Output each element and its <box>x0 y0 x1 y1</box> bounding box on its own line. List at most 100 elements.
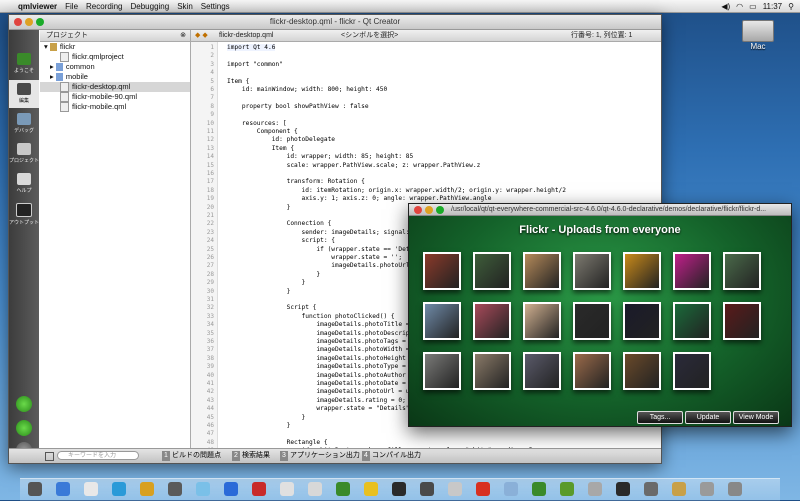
clock[interactable]: 11:37 <box>763 2 782 11</box>
dock-app-icon[interactable] <box>364 482 378 496</box>
dock-app-icon[interactable] <box>728 482 742 496</box>
tree-item-flickr[interactable]: ▾ flickr <box>40 42 190 52</box>
dock-app-icon[interactable] <box>252 482 266 496</box>
tags-button[interactable]: Tags... <box>637 411 683 424</box>
tab-search-results[interactable]: 2 検索結果 <box>229 451 273 461</box>
tree-item-common[interactable]: ▸ common <box>40 62 190 72</box>
battery-icon[interactable]: ▭ <box>749 2 757 11</box>
app-menu[interactable]: qmlviewer <box>18 2 57 11</box>
menu-file[interactable]: File <box>65 2 78 11</box>
run-icon[interactable] <box>16 396 32 412</box>
dock-app-icon[interactable] <box>644 482 658 496</box>
dock-app-icon[interactable] <box>476 482 490 496</box>
mode-welcome[interactable]: ようこそ <box>9 50 39 78</box>
dock-app-icon[interactable] <box>280 482 294 496</box>
photo-thumbnail[interactable] <box>723 302 761 340</box>
dock-app-icon[interactable] <box>532 482 546 496</box>
menu-debugging[interactable]: Debugging <box>131 2 170 11</box>
mode-label: アウトプット <box>9 220 40 226</box>
dock-app-icon[interactable] <box>448 482 462 496</box>
photo-thumbnail[interactable] <box>473 252 511 290</box>
tab-compile-output[interactable]: 4 コンパイル出力 <box>359 451 424 461</box>
close-icon[interactable] <box>14 18 22 26</box>
photo-thumbnail[interactable] <box>473 352 511 390</box>
dock-app-icon[interactable] <box>112 482 126 496</box>
zoom-icon[interactable] <box>36 18 44 26</box>
wifi-icon[interactable]: ◠ <box>736 2 743 11</box>
folder-icon <box>55 73 63 82</box>
menu-settings[interactable]: Settings <box>201 2 230 11</box>
photo-thumbnail[interactable] <box>673 302 711 340</box>
dock-app-icon[interactable] <box>196 482 210 496</box>
photo-thumbnail[interactable] <box>673 352 711 390</box>
dock-app-icon[interactable] <box>56 482 70 496</box>
photo-thumbnail[interactable] <box>573 252 611 290</box>
expand-arrow-icon[interactable]: ▸ <box>50 72 54 81</box>
photo-thumbnail[interactable] <box>623 252 661 290</box>
dock-app-icon[interactable] <box>336 482 350 496</box>
debug-run-icon[interactable] <box>16 420 32 436</box>
dock-app-icon[interactable] <box>588 482 602 496</box>
dock-app-icon[interactable] <box>168 482 182 496</box>
photo-thumbnail[interactable] <box>523 302 561 340</box>
tab-build-issues[interactable]: 1 ビルドの問題点 <box>159 451 224 461</box>
photo-thumbnail[interactable] <box>523 352 561 390</box>
tree-item-flickr-mobile[interactable]: flickr-mobile.qml <box>40 102 190 113</box>
dock-app-icon[interactable] <box>504 482 518 496</box>
mode-projects[interactable]: プロジェクト <box>9 140 39 168</box>
mode-output[interactable]: アウトプット <box>9 200 39 228</box>
tab-number: 3 <box>280 451 288 461</box>
dock-app-icon[interactable] <box>224 482 238 496</box>
toggle-sidebar-icon[interactable] <box>45 452 54 461</box>
dock-app-icon[interactable] <box>700 482 714 496</box>
photo-thumbnail[interactable] <box>623 302 661 340</box>
projects-icon <box>17 143 31 155</box>
dock-app-icon[interactable] <box>28 482 42 496</box>
menu-recording[interactable]: Recording <box>86 2 122 11</box>
filter-input[interactable]: キーワードを入力 <box>57 451 139 460</box>
photo-thumbnail[interactable] <box>473 302 511 340</box>
tree-item-qmlproject[interactable]: flickr.qmlproject <box>40 52 190 63</box>
nav-arrows-icon[interactable]: ◆ ◆ <box>195 30 208 41</box>
code-line: wrapper.state = ''; <box>227 254 403 261</box>
minimize-icon[interactable] <box>25 18 33 26</box>
dock-app-icon[interactable] <box>560 482 574 496</box>
dock-app-icon[interactable] <box>672 482 686 496</box>
update-button[interactable]: Update <box>685 411 731 424</box>
hard-drive-icon[interactable] <box>742 20 774 42</box>
photo-image <box>475 354 509 388</box>
photo-thumbnail[interactable] <box>423 302 461 340</box>
mode-help[interactable]: ヘルプ <box>9 170 39 198</box>
tree-item-mobile[interactable]: ▸ mobile <box>40 72 190 82</box>
dock <box>20 478 780 501</box>
dock-app-icon[interactable] <box>616 482 630 496</box>
photo-thumbnail[interactable] <box>423 352 461 390</box>
symbol-selector[interactable]: <シンボルを選択> <box>341 30 398 41</box>
photo-thumbnail[interactable] <box>623 352 661 390</box>
photo-thumbnail[interactable] <box>723 252 761 290</box>
photo-thumbnail[interactable] <box>523 252 561 290</box>
spotlight-icon[interactable]: ⚲ <box>788 2 794 11</box>
dock-app-icon[interactable] <box>308 482 322 496</box>
photo-thumbnail[interactable] <box>673 252 711 290</box>
menu-skin[interactable]: Skin <box>177 2 193 11</box>
dock-app-icon[interactable] <box>140 482 154 496</box>
tree-item-flickr-mobile-90[interactable]: flickr-mobile-90.qml <box>40 92 190 103</box>
tree-item-flickr-desktop[interactable]: flickr-desktop.qml <box>40 82 190 93</box>
view-mode-button[interactable]: View Mode <box>733 411 779 424</box>
photo-image <box>475 254 509 288</box>
tab-application-output[interactable]: 3 アプリケーション出力 <box>277 451 363 461</box>
pane-close-icon[interactable]: ⊗ <box>180 30 186 41</box>
mode-edit[interactable]: 編集 <box>9 80 39 108</box>
photo-thumbnail[interactable] <box>573 352 611 390</box>
volume-icon[interactable]: ◀) <box>721 2 730 11</box>
photo-thumbnail[interactable] <box>573 302 611 340</box>
expand-arrow-icon[interactable]: ▾ <box>44 42 48 51</box>
mode-debug[interactable]: デバッグ <box>9 110 39 138</box>
expand-arrow-icon[interactable]: ▸ <box>50 62 54 71</box>
dock-app-icon[interactable] <box>84 482 98 496</box>
dock-app-icon[interactable] <box>420 482 434 496</box>
dock-app-icon[interactable] <box>392 482 406 496</box>
file-selector[interactable]: flickr-desktop.qml <box>219 30 273 41</box>
photo-thumbnail[interactable] <box>423 252 461 290</box>
